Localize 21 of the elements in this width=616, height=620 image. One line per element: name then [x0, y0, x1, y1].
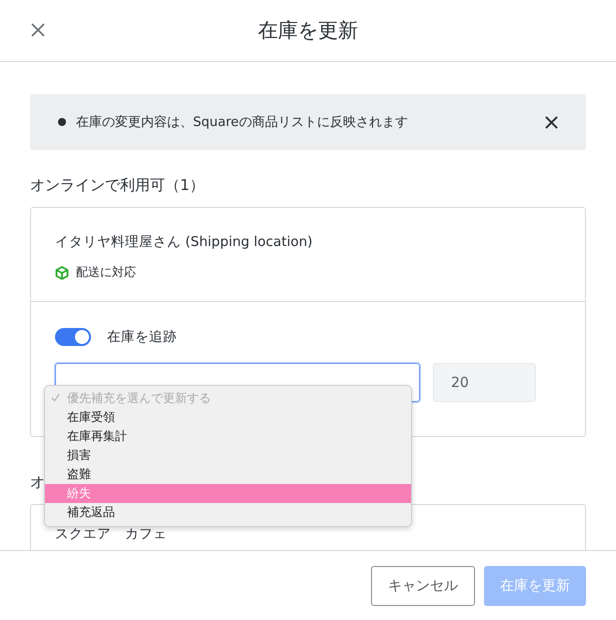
shipping-label: 配送に対応 — [76, 264, 136, 281]
menu-item[interactable]: 盗難 — [45, 465, 411, 484]
toggle-switch[interactable] — [55, 328, 91, 346]
section-heading: オンラインで利用可（1） — [30, 176, 205, 194]
close-icon[interactable] — [545, 116, 558, 128]
quantity-field[interactable]: 20 — [433, 363, 536, 402]
cancel-button[interactable]: キャンセル — [371, 566, 475, 606]
location-name: スクエア カフェ — [55, 526, 168, 542]
bullet-icon — [58, 118, 66, 126]
location-name: イタリヤ料理屋さん (Shipping location) — [55, 234, 314, 250]
menu-item[interactable]: 在庫再集計 — [45, 427, 411, 446]
check-icon — [51, 393, 60, 402]
menu-item[interactable]: 在庫受領 — [45, 408, 411, 427]
dialog-title: 在庫を更新 — [258, 17, 358, 44]
close-icon[interactable] — [31, 23, 45, 37]
toggle-label: 在庫を追跡 — [107, 328, 177, 346]
notice-text: 在庫の変更内容は、Squareの商品リストに反映されます — [76, 114, 409, 131]
menu-item[interactable]: 損害 — [45, 446, 411, 465]
box-icon — [55, 266, 69, 280]
section-heading: オ — [30, 473, 45, 491]
menu-item[interactable]: 補充返品 — [45, 503, 411, 522]
